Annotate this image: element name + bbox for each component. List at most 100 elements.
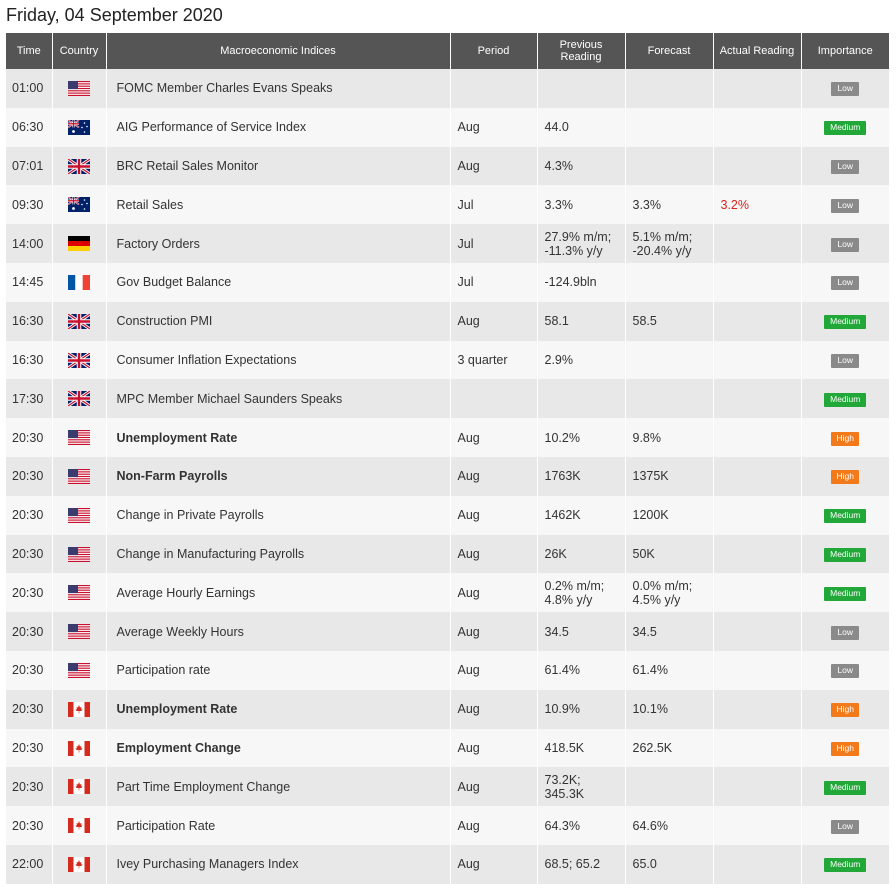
- col-header-period: Period: [450, 33, 538, 69]
- table-row: 20:30 Change in Private Payrolls Aug 146…: [6, 495, 889, 535]
- country-cell: [52, 844, 107, 884]
- period-cell: Aug: [450, 689, 538, 729]
- germany-flag-icon: [68, 236, 90, 252]
- previous-reading-cell: 10.2%: [537, 418, 626, 457]
- country-cell: [52, 806, 107, 845]
- time-cell: 22:00: [6, 844, 53, 884]
- time-cell: 20:30: [6, 767, 53, 807]
- table-row: 20:30 Change in Manufacturing Payrolls A…: [6, 534, 889, 574]
- actual-reading-cell: [713, 728, 802, 768]
- table-row: 20:30 Participation rate Aug 61.4% 61.4%…: [6, 650, 889, 690]
- time-cell: 20:30: [6, 728, 53, 768]
- table-row: 20:30 Employment Change Aug 418.5K 262.5…: [6, 728, 889, 768]
- country-cell: [52, 262, 107, 302]
- us-flag-icon: [68, 624, 90, 640]
- period-cell: [450, 379, 538, 419]
- table-row: 20:30 Non-Farm Payrolls Aug 1763K 1375K …: [6, 456, 889, 496]
- country-cell: [52, 534, 107, 574]
- country-cell: [52, 340, 107, 380]
- canada-flag-icon: [68, 818, 90, 834]
- indicator-name: Gov Budget Balance: [106, 262, 451, 302]
- forecast-cell: 58.5: [625, 301, 714, 341]
- indicator-name: Unemployment Rate: [106, 418, 451, 457]
- importance-badge: Low: [831, 819, 860, 834]
- uk-flag-icon: [68, 391, 90, 407]
- time-cell: 14:00: [6, 224, 53, 263]
- us-flag-icon: [68, 81, 90, 96]
- previous-reading-cell: [537, 379, 626, 419]
- time-cell: 14:45: [6, 262, 53, 302]
- importance-badge: Medium: [824, 392, 867, 407]
- importance-badge: Medium: [824, 547, 867, 562]
- indicator-name: Average Hourly Earnings: [106, 573, 451, 613]
- indicator-name: BRC Retail Sales Monitor: [106, 146, 451, 186]
- col-header-previous: Previous Reading: [537, 33, 626, 69]
- forecast-cell: [625, 767, 714, 807]
- importance-badge: Medium: [824, 509, 867, 524]
- table-row: 22:00 Ivey Purchasing Managers Index Aug…: [6, 844, 889, 884]
- importance-badge: High: [831, 470, 860, 485]
- table-row: 16:30 Consumer Inflation Expectations 3 …: [6, 340, 889, 380]
- table-row: 14:45 Gov Budget Balance Jul -124.9bln L…: [6, 262, 889, 302]
- table-row: 20:30 Participation Rate Aug 64.3% 64.6%…: [6, 806, 889, 845]
- canada-flag-icon: [68, 856, 90, 872]
- importance-badge: Low: [831, 664, 860, 679]
- forecast-cell: 64.6%: [625, 806, 714, 845]
- forecast-cell: 50K: [625, 534, 714, 574]
- forecast-cell: 1200K: [625, 495, 714, 535]
- forecast-cell: [625, 107, 714, 147]
- actual-reading-cell: [713, 495, 802, 535]
- indicator-name: Participation rate: [106, 650, 451, 690]
- canada-flag-icon: [68, 779, 90, 795]
- actual-reading-cell: [713, 262, 802, 302]
- period-cell: Aug: [450, 146, 538, 186]
- importance-badge: Medium: [824, 858, 867, 873]
- table-header-row: Time Country Macroeconomic Indices Perio…: [6, 33, 889, 69]
- period-cell: [450, 69, 538, 108]
- us-flag-icon: [68, 662, 90, 678]
- time-cell: 20:30: [6, 689, 53, 729]
- table-row: 06:30 AIG Performance of Service Index A…: [6, 107, 889, 147]
- actual-reading-cell: [713, 573, 802, 613]
- importance-cell: Medium: [801, 767, 889, 807]
- period-cell: Jul: [450, 185, 538, 225]
- importance-cell: Low: [801, 224, 889, 263]
- importance-cell: High: [801, 728, 889, 768]
- previous-reading-cell: 418.5K: [537, 728, 626, 768]
- col-header-indices: Macroeconomic Indices: [106, 33, 451, 69]
- forecast-cell: 3.3%: [625, 185, 714, 225]
- importance-badge: High: [831, 741, 860, 756]
- actual-reading-cell: [713, 224, 802, 263]
- importance-cell: High: [801, 456, 889, 496]
- forecast-cell: 1375K: [625, 456, 714, 496]
- uk-flag-icon: [68, 313, 90, 329]
- period-cell: Aug: [450, 418, 538, 457]
- table-row: 20:30 Unemployment Rate Aug 10.9% 10.1% …: [6, 689, 889, 729]
- period-cell: Jul: [450, 262, 538, 302]
- forecast-cell: [625, 262, 714, 302]
- previous-reading-cell: 4.3%: [537, 146, 626, 186]
- actual-reading-cell: [713, 69, 802, 108]
- importance-cell: Low: [801, 185, 889, 225]
- indicator-name: Change in Manufacturing Payrolls: [106, 534, 451, 574]
- importance-badge: Low: [831, 353, 860, 368]
- forecast-cell: 65.0: [625, 844, 714, 884]
- previous-reading-cell: 34.5: [537, 612, 626, 651]
- table-row: 14:00 Factory Orders Jul 27.9% m/m; -11.3…: [6, 224, 889, 263]
- importance-badge: High: [831, 431, 860, 446]
- actual-reading-cell: [713, 340, 802, 380]
- indicator-name: Ivey Purchasing Managers Index: [106, 844, 451, 884]
- previous-reading-cell: 2.9%: [537, 340, 626, 380]
- indicator-name: Employment Change: [106, 728, 451, 768]
- country-cell: [52, 689, 107, 729]
- table-row: 16:30 Construction PMI Aug 58.1 58.5 Med…: [6, 301, 889, 341]
- previous-reading-cell: 3.3%: [537, 185, 626, 225]
- time-cell: 09:30: [6, 185, 53, 225]
- importance-cell: Medium: [801, 301, 889, 341]
- us-flag-icon: [68, 546, 90, 562]
- forecast-cell: [625, 146, 714, 186]
- col-header-country: Country: [52, 33, 107, 69]
- time-cell: 01:00: [6, 69, 53, 108]
- time-cell: 20:30: [6, 418, 53, 457]
- country-cell: [52, 728, 107, 768]
